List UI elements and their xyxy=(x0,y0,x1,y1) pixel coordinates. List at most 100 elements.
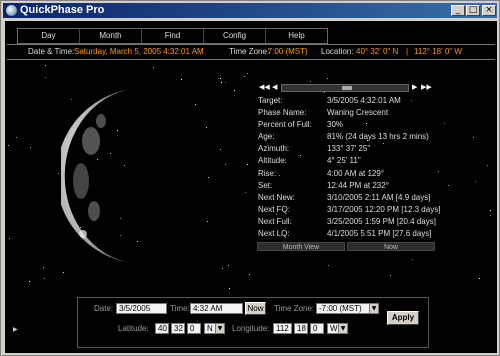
location-label: Location: xyxy=(321,47,354,56)
info-label: Set: xyxy=(258,180,273,190)
star xyxy=(412,259,413,260)
info-value: 81% (24 days 13 hrs 2 mins) xyxy=(327,132,429,142)
forward-fast-icon[interactable]: ▶▶ xyxy=(421,83,432,91)
forward-icon[interactable]: ▶ xyxy=(412,83,417,91)
star xyxy=(225,164,226,165)
star xyxy=(390,275,391,276)
star xyxy=(245,192,246,193)
star xyxy=(220,78,221,79)
star xyxy=(207,221,208,222)
info-row-set: Set: 12:44 PM at 232° xyxy=(258,181,458,193)
star xyxy=(45,77,46,78)
star xyxy=(45,65,46,66)
info-label: Percent of Full: xyxy=(258,120,312,130)
info-value: 4° 25' 11" xyxy=(327,156,361,166)
info-row-azimuth: Azimuth: 133° 37' 25" xyxy=(258,144,458,156)
rewind-icon[interactable]: ◀ xyxy=(272,83,277,91)
time-zone-selected: -7:00 (MST) xyxy=(319,304,362,313)
info-value: 3/25/2005 1:59 PM [20.4 days] xyxy=(327,216,436,226)
info-label: Next FQ: xyxy=(258,204,291,214)
date-time-label: Date & Time: xyxy=(28,47,75,56)
star xyxy=(222,268,223,269)
date-label: Date: xyxy=(94,304,114,313)
longitude-degrees-field[interactable]: 112 xyxy=(273,323,292,334)
close-button[interactable]: × xyxy=(482,5,496,16)
star xyxy=(29,281,30,282)
info-row-altitude: Altitude: 4° 25' 11" xyxy=(258,156,458,168)
latitude-minutes-field[interactable]: 32 xyxy=(171,323,185,334)
info-label: Rise: xyxy=(258,168,277,178)
info-value: 12:44 PM at 232° xyxy=(327,180,389,190)
info-value: 3/17/2005 12:20 PM [12.3 days] xyxy=(327,204,441,214)
info-row-next-new: Next New: 3/10/2005 2:11 AM [4.9 days] xyxy=(258,193,458,205)
longitude-seconds-field[interactable]: 0 xyxy=(310,323,324,334)
info-row-next-lq: Next LQ: 4/1/2005 5:51 PM [27.6 days] xyxy=(258,229,458,241)
star xyxy=(16,137,17,138)
longitude-value: 112° 18' 0" W xyxy=(414,47,462,56)
info-value: 133° 37' 25" xyxy=(327,144,371,154)
info-bar: Date & Time: Saturday, March 5, 2005 4:3… xyxy=(7,44,495,60)
menu-item-find[interactable]: Find xyxy=(142,29,204,43)
time-label: Time: xyxy=(170,304,190,313)
now-button[interactable]: Now xyxy=(245,302,266,315)
info-label: Altitude: xyxy=(258,156,287,166)
longitude-minutes-field[interactable]: 18 xyxy=(294,323,308,334)
minimize-button[interactable]: _ xyxy=(451,5,465,16)
star xyxy=(153,67,154,68)
info-row-next-full: Next Full: 3/25/2005 1:59 PM [20.4 days] xyxy=(258,217,458,229)
moon-app-icon[interactable] xyxy=(6,5,17,16)
info-value: 3/5/2005 4:32:01 AM xyxy=(327,96,401,105)
menu-item-help[interactable]: Help xyxy=(266,29,327,43)
time-zone-select[interactable]: -7:00 (MST) ▼ xyxy=(316,303,379,314)
info-label: Target: xyxy=(258,96,283,105)
title-bar[interactable]: QuickPhase Pro _ □ × xyxy=(3,3,497,18)
star xyxy=(479,278,480,279)
star xyxy=(234,90,235,91)
latitude-value: 40° 32' 0" N xyxy=(356,47,399,56)
menu-item-month[interactable]: Month xyxy=(80,29,142,43)
longitude-label: Longitude: xyxy=(232,324,270,333)
maximize-button[interactable]: □ xyxy=(466,5,480,16)
latitude-seconds-field[interactable]: 0 xyxy=(187,323,201,334)
star xyxy=(206,127,207,128)
latitude-hemisphere-select[interactable]: N ▼ xyxy=(204,323,225,334)
time-zone-label: Time Zone: xyxy=(229,47,270,56)
longitude-hemisphere-select[interactable]: W ▼ xyxy=(327,323,348,334)
info-value: 3/10/2005 2:11 AM [4.9 days] xyxy=(327,192,431,202)
month-view-button[interactable]: Month View xyxy=(257,242,345,251)
star xyxy=(310,81,311,82)
star xyxy=(490,210,491,211)
star xyxy=(44,278,45,279)
info-value: 4/1/2005 5:51 PM [27.6 days] xyxy=(327,229,432,239)
date-field[interactable]: 3/5/2005 xyxy=(116,303,167,314)
time-zone-label: Time Zone: xyxy=(274,304,315,313)
time-field[interactable]: 4:32 AM xyxy=(190,303,243,314)
star xyxy=(490,215,491,216)
slider-thumb[interactable] xyxy=(342,86,352,90)
latitude-degrees-field[interactable]: 40 xyxy=(155,323,169,334)
star xyxy=(208,177,209,178)
info-label: Next LQ: xyxy=(258,229,290,239)
apply-button[interactable]: Apply xyxy=(387,311,419,325)
info-value: 30% xyxy=(327,120,344,130)
date-time-value: Saturday, March 5, 2005 4:32:01 AM xyxy=(74,47,204,56)
star xyxy=(58,173,59,174)
now-panel-button[interactable]: Now xyxy=(347,242,435,251)
info-label: Next New: xyxy=(258,192,295,202)
expand-arrow-icon[interactable]: ▶ xyxy=(13,326,18,333)
time-slider[interactable] xyxy=(281,84,409,92)
star xyxy=(244,76,245,77)
info-value: Waning Crescent xyxy=(327,108,389,118)
info-label: Next Full: xyxy=(258,216,292,226)
star xyxy=(221,82,222,83)
star xyxy=(30,147,31,148)
chevron-down-icon: ▼ xyxy=(215,324,224,333)
info-row-rise: Rise: 4:00 AM at 129° xyxy=(258,169,458,181)
menu-item-config[interactable]: Config xyxy=(204,29,266,43)
moon-info-table: Target: 3/5/2005 4:32:01 AM Phase Name: Wa… xyxy=(258,96,458,241)
minimize-icon: _ xyxy=(455,5,461,15)
menu-item-day[interactable]: Day xyxy=(18,29,80,43)
rewind-fast-icon[interactable]: ◀◀ xyxy=(259,83,270,91)
star xyxy=(487,165,488,166)
info-label: Azimuth: xyxy=(258,144,290,154)
